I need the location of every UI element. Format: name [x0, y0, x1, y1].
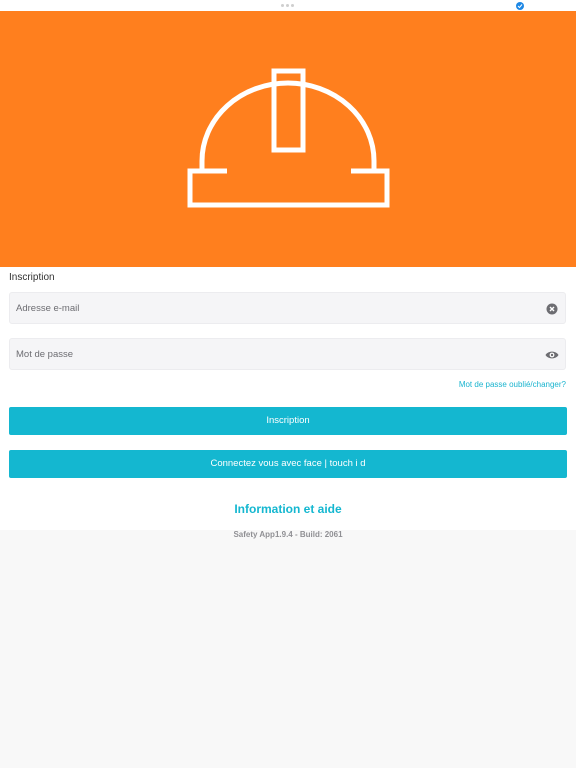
status-bar	[0, 0, 576, 11]
forgot-password-link[interactable]: Mot de passe oublié/changer?	[459, 380, 566, 389]
app-version: Safety App1.9.4 - Build: 2061	[233, 530, 343, 539]
biometric-login-button[interactable]: Connectez vous avec face | touch i d	[9, 450, 567, 478]
status-dots	[281, 4, 295, 7]
password-field[interactable]	[9, 338, 566, 370]
eye-icon[interactable]	[545, 349, 559, 361]
signup-button[interactable]: Inscription	[9, 407, 567, 435]
clear-circle-icon[interactable]	[546, 303, 558, 315]
password-input[interactable]	[10, 339, 536, 369]
hard-hat-icon	[187, 68, 390, 208]
help-link[interactable]: Information et aide	[0, 502, 576, 516]
hero-banner	[0, 11, 576, 267]
login-form: Inscription Mot de passe oublié/changer?…	[0, 267, 576, 530]
email-field[interactable]	[9, 292, 566, 324]
email-input[interactable]	[10, 293, 536, 323]
form-title: Inscription	[9, 272, 55, 283]
check-badge-icon	[516, 2, 524, 10]
